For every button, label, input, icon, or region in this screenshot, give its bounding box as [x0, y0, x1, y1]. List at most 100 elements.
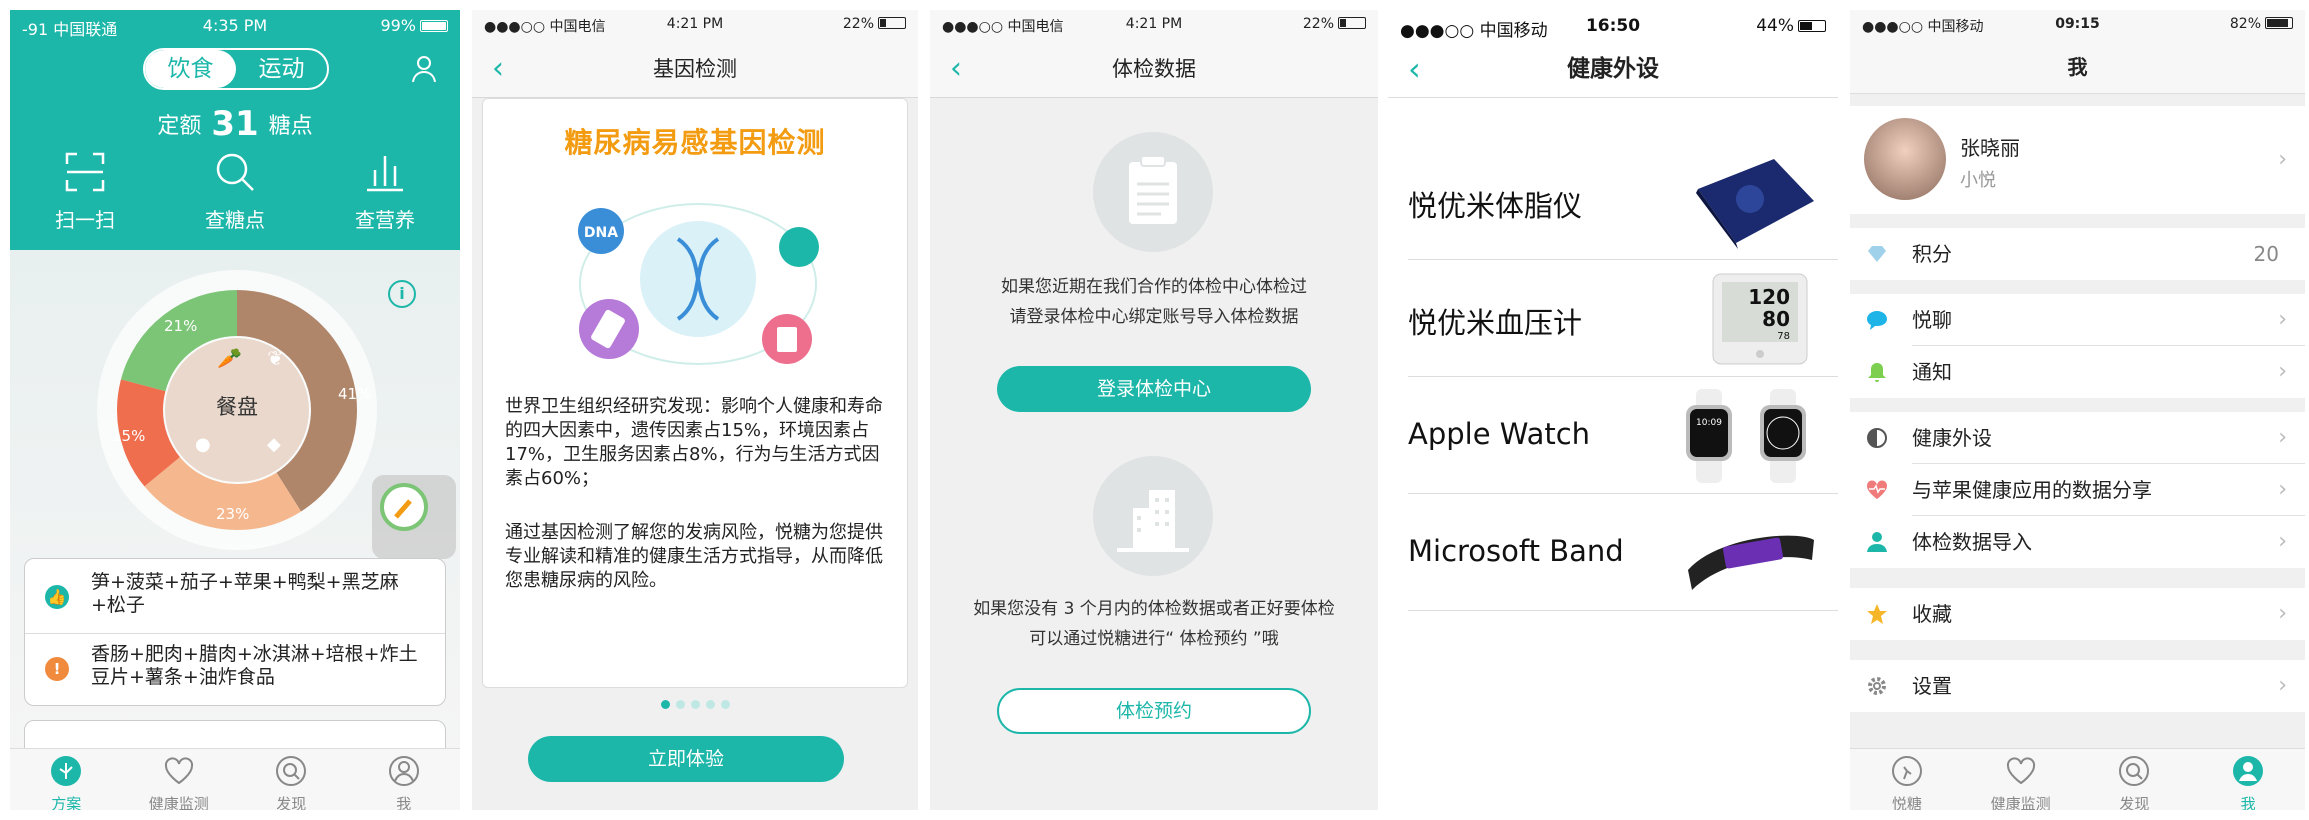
- diet-plan-screen: -91 中国联通 4:35 PM 99% 饮食 运动 定额31糖点 扫一扫: [10, 10, 460, 810]
- chevron-right-icon: ›: [2278, 147, 2287, 172]
- device-row-microsoft-band[interactable]: Microsoft Band: [1408, 494, 1838, 611]
- food-suggestions-card: 👍 笋+菠菜+茄子+苹果+鸭梨+黑芝麻+松子 ! 香肠+肥肉+腊肉+冰淇淋+培根…: [24, 558, 446, 706]
- back-icon[interactable]: ‹: [492, 40, 504, 98]
- sugar-quota: 定额 31 糖点: [157, 104, 313, 144]
- appointment-hint-2: 可以通过悦糖进行“ 体检预约 ”哦: [1029, 629, 1279, 649]
- points-row[interactable]: 积分 20: [1850, 228, 2305, 280]
- dna-badge: DNA: [584, 225, 618, 241]
- warning-icon: !: [45, 657, 69, 681]
- menu-item-checkup-import[interactable]: 体检数据导入 ›: [1850, 516, 2305, 568]
- tab-bar: 方案 健康监测 发现 我: [10, 748, 460, 810]
- chevron-right-icon: ›: [2278, 359, 2287, 384]
- status-bar: -91 中国联通 4:35 PM 99%: [10, 10, 460, 40]
- avoid-foods[interactable]: ! 香肠+肥肉+腊肉+冰淇淋+培根+炸土豆片+薯条+油炸食品: [25, 643, 445, 689]
- battery-icon: [420, 20, 448, 32]
- menu-item-health-devices[interactable]: 健康外设 ›: [1850, 412, 2305, 464]
- tab-discover[interactable]: 发现: [235, 749, 348, 810]
- discover-icon: [276, 756, 307, 786]
- tab-me[interactable]: 我: [348, 749, 461, 810]
- blood-pressure-monitor-image: 120 80 78: [1712, 273, 1808, 365]
- check-sugar-button[interactable]: 查糖点: [160, 150, 310, 233]
- plate-pct-veg: 21%: [164, 317, 198, 335]
- food-plate-chart[interactable]: 🥕 ❦ ● ◆ 21% 41% 15% 23% 餐盘: [92, 265, 382, 555]
- floating-carrot-button[interactable]: [372, 475, 456, 559]
- plate-label: 餐盘: [216, 395, 258, 419]
- tab-diet[interactable]: 饮食: [145, 50, 236, 88]
- tab-plan[interactable]: 方案: [10, 749, 123, 810]
- apple-icon: ●: [195, 434, 211, 455]
- tab-health-monitor[interactable]: 健康监测: [123, 749, 236, 810]
- tab-yuetang[interactable]: 悦糖: [1850, 749, 1964, 810]
- person-import-icon: [1867, 532, 1887, 552]
- profile-name: 张晓丽: [1960, 136, 2020, 160]
- checkup-center-hint-1: 如果您近期在我们合作的体检中心体检过: [1001, 277, 1307, 297]
- tab-health-monitor[interactable]: 健康监测: [1964, 749, 2078, 810]
- battery-indicator: 22%: [1303, 16, 1366, 32]
- tab-exercise[interactable]: 运动: [236, 50, 327, 88]
- status-bar: ●●●○○ 中国移动 09:15 82%: [1850, 10, 2305, 40]
- thumbs-up-icon: 👍: [45, 585, 69, 609]
- quota-value: 31: [211, 104, 259, 144]
- back-icon[interactable]: ‹: [1408, 40, 1421, 98]
- diet-exercise-toggle[interactable]: 饮食 运动: [143, 48, 329, 90]
- screenshot-collage: -91 中国联通 4:35 PM 99% 饮食 运动 定额31糖点 扫一扫: [0, 0, 2309, 820]
- banner-title: 糖尿病易感基因检测: [564, 126, 826, 159]
- menu-item-favorites[interactable]: 收藏 ›: [1850, 588, 2305, 640]
- gene-benefit-text: 通过基因检测了解您的发病风险，悦糖为您提供专业解读和精准的健康生活方式指导，从而…: [505, 522, 883, 591]
- info-icon[interactable]: i: [388, 280, 416, 308]
- svg-text:10:09: 10:09: [1696, 418, 1722, 428]
- book-checkup-button[interactable]: 体检预约: [997, 688, 1311, 734]
- points-value: 20: [2253, 242, 2279, 266]
- checkup-data-screen: ●●●○○ 中国电信 4:21 PM 22% ‹ 体检数据 如果您近期在我们合作…: [930, 10, 1378, 810]
- health-devices-screen: ●●●○○ 中国移动 16:50 44% ‹ 健康外设 悦优米体脂仪 悦优米血压…: [1388, 10, 1838, 810]
- battery-icon: [1798, 20, 1826, 32]
- back-icon[interactable]: ‹: [950, 40, 962, 98]
- grain-icon: ❦: [267, 346, 284, 370]
- profile-nickname: 小悦: [1960, 170, 1996, 191]
- svg-text:78: 78: [1777, 331, 1790, 342]
- gene-test-card: 糖尿病易感基因检测 DNA 世界卫生组织经研究发现：影响个人健康和寿命的四大因素…: [482, 98, 908, 688]
- battery-icon: [1338, 17, 1366, 29]
- tab-discover[interactable]: 发现: [2078, 749, 2192, 810]
- menu-item-apple-health-share[interactable]: 与苹果健康应用的数据分享 ›: [1850, 464, 2305, 516]
- tab-me[interactable]: 我: [2191, 749, 2305, 810]
- chevron-right-icon: ›: [2278, 307, 2287, 332]
- bell-icon: [1868, 363, 1886, 382]
- nav-bar: 我: [1850, 40, 2305, 94]
- menu-item-notifications[interactable]: 通知 ›: [1850, 346, 2305, 398]
- clipboard-icon: [1093, 132, 1213, 252]
- chevron-right-icon: ›: [2278, 673, 2287, 698]
- me-screen: ●●●○○ 中国移动 09:15 82% 我 张晓丽 小悦 › 积分 20 悦聊…: [1850, 10, 2305, 810]
- search-icon: [216, 153, 254, 191]
- user-profile-icon[interactable]: [410, 54, 440, 84]
- check-nutrition-button[interactable]: 查营养: [310, 150, 460, 233]
- page-title: 体检数据: [1112, 57, 1196, 81]
- menu-item-chat[interactable]: 悦聊 ›: [1850, 294, 2305, 346]
- battery-indicator: 99%: [380, 16, 448, 35]
- profile-row[interactable]: 张晓丽 小悦 ›: [1850, 106, 2305, 214]
- login-checkup-center-button[interactable]: 登录体检中心: [997, 366, 1311, 412]
- page-indicator[interactable]: [472, 694, 918, 713]
- chevron-right-icon: ›: [2278, 601, 2287, 626]
- device-row-scale[interactable]: 悦优米体脂仪: [1408, 143, 1838, 260]
- battery-indicator: 22%: [843, 16, 906, 32]
- menu-item-settings[interactable]: 设置 ›: [1850, 660, 2305, 712]
- recommended-foods[interactable]: 👍 笋+菠菜+茄子+苹果+鸭梨+黑芝麻+松子: [25, 571, 445, 617]
- device-row-blood-pressure[interactable]: 悦优米血压计 120 80 78: [1408, 260, 1838, 377]
- status-bar: ●●●○○ 中国移动 16:50 44%: [1388, 10, 1838, 41]
- diet-header: -91 中国联通 4:35 PM 99% 饮食 运动 定额31糖点 扫一扫: [10, 10, 460, 250]
- try-now-button[interactable]: 立即体验: [528, 736, 844, 782]
- discover-icon: [2119, 756, 2150, 786]
- chevron-right-icon: ›: [2278, 477, 2287, 502]
- nav-bar: ‹ 体检数据: [930, 40, 1378, 98]
- tab-bar: 悦糖 健康监测 发现 我: [1850, 748, 2305, 810]
- plate-pct-protein: 15%: [112, 427, 146, 445]
- body-fat-scale-image: [1696, 159, 1814, 249]
- gene-test-screen: ●●●○○ 中国电信 4:21 PM 22% ‹ 基因检测 糖尿病易感基因检测 …: [472, 10, 918, 810]
- bar-chart-icon: [367, 156, 403, 192]
- device-row-apple-watch[interactable]: Apple Watch 10:09: [1408, 377, 1838, 494]
- heart-icon: [164, 757, 193, 785]
- chevron-right-icon: ›: [2278, 529, 2287, 554]
- scan-button[interactable]: 扫一扫: [10, 150, 160, 233]
- carrot-gauge-icon: [380, 483, 428, 531]
